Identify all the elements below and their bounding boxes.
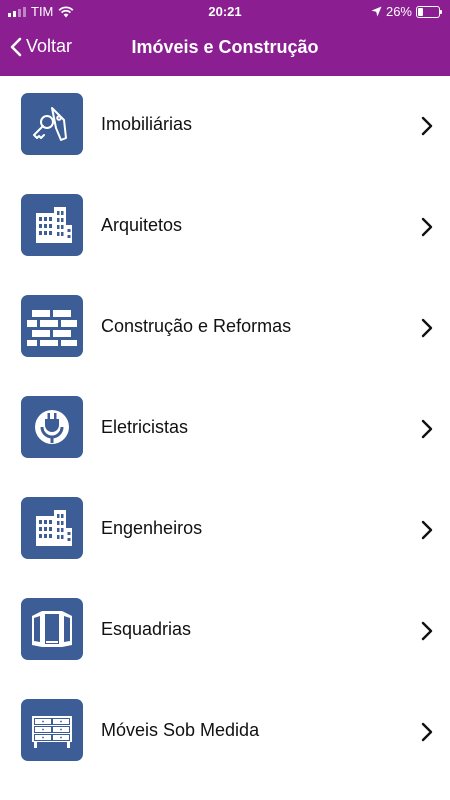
list-item-construcao-e-reformas[interactable]: Construção e Reformas [0, 278, 450, 379]
window-icon [21, 598, 83, 660]
list-item-label: Engenheiros [101, 518, 203, 538]
list-item-esquadrias[interactable]: Esquadrias [0, 581, 450, 682]
chevron-right-icon [421, 621, 433, 641]
list-item-label: Móveis Sob Medida [101, 720, 260, 740]
chevron-right-icon [421, 318, 433, 338]
header: TIM 20:21 26% Voltar Imóveis e Construçã… [0, 0, 450, 76]
list-item-label: Eletricistas [101, 417, 189, 437]
chevron-right-icon [421, 116, 433, 136]
chevron-right-icon [421, 520, 433, 540]
key-tag-icon [21, 93, 83, 155]
list-item-arquitetos[interactable]: Arquitetos [0, 177, 450, 278]
list-item-moveis-sob-medida[interactable]: Móveis Sob Medida [0, 682, 450, 783]
chevron-right-icon [421, 419, 433, 439]
category-list: Imobiliárias Arquitetos Construção e Ref… [0, 76, 450, 783]
location-icon [371, 6, 382, 17]
buildings-icon [21, 194, 83, 256]
battery-percent: 26% [385, 4, 412, 19]
list-item-label: Imobiliárias [101, 114, 193, 134]
list-item-label: Construção e Reformas [101, 316, 292, 336]
plug-icon [21, 396, 83, 458]
status-bar: TIM 20:21 26% [0, 0, 450, 24]
bricks-icon [21, 295, 83, 357]
chevron-right-icon [421, 217, 433, 237]
list-item-engenheiros[interactable]: Engenheiros [0, 480, 450, 581]
list-item-label: Esquadrias [101, 619, 192, 639]
page-title: Imóveis e Construção [131, 37, 319, 57]
list-item-eletricistas[interactable]: Eletricistas [0, 379, 450, 480]
chevron-right-icon [421, 722, 433, 742]
battery-icon [416, 5, 442, 18]
dresser-icon [21, 699, 83, 761]
status-right: 26% [371, 4, 442, 19]
list-item-label: Arquitetos [101, 215, 183, 235]
list-item-imobiliarias[interactable]: Imobiliárias [0, 76, 450, 177]
buildings-icon [21, 497, 83, 559]
